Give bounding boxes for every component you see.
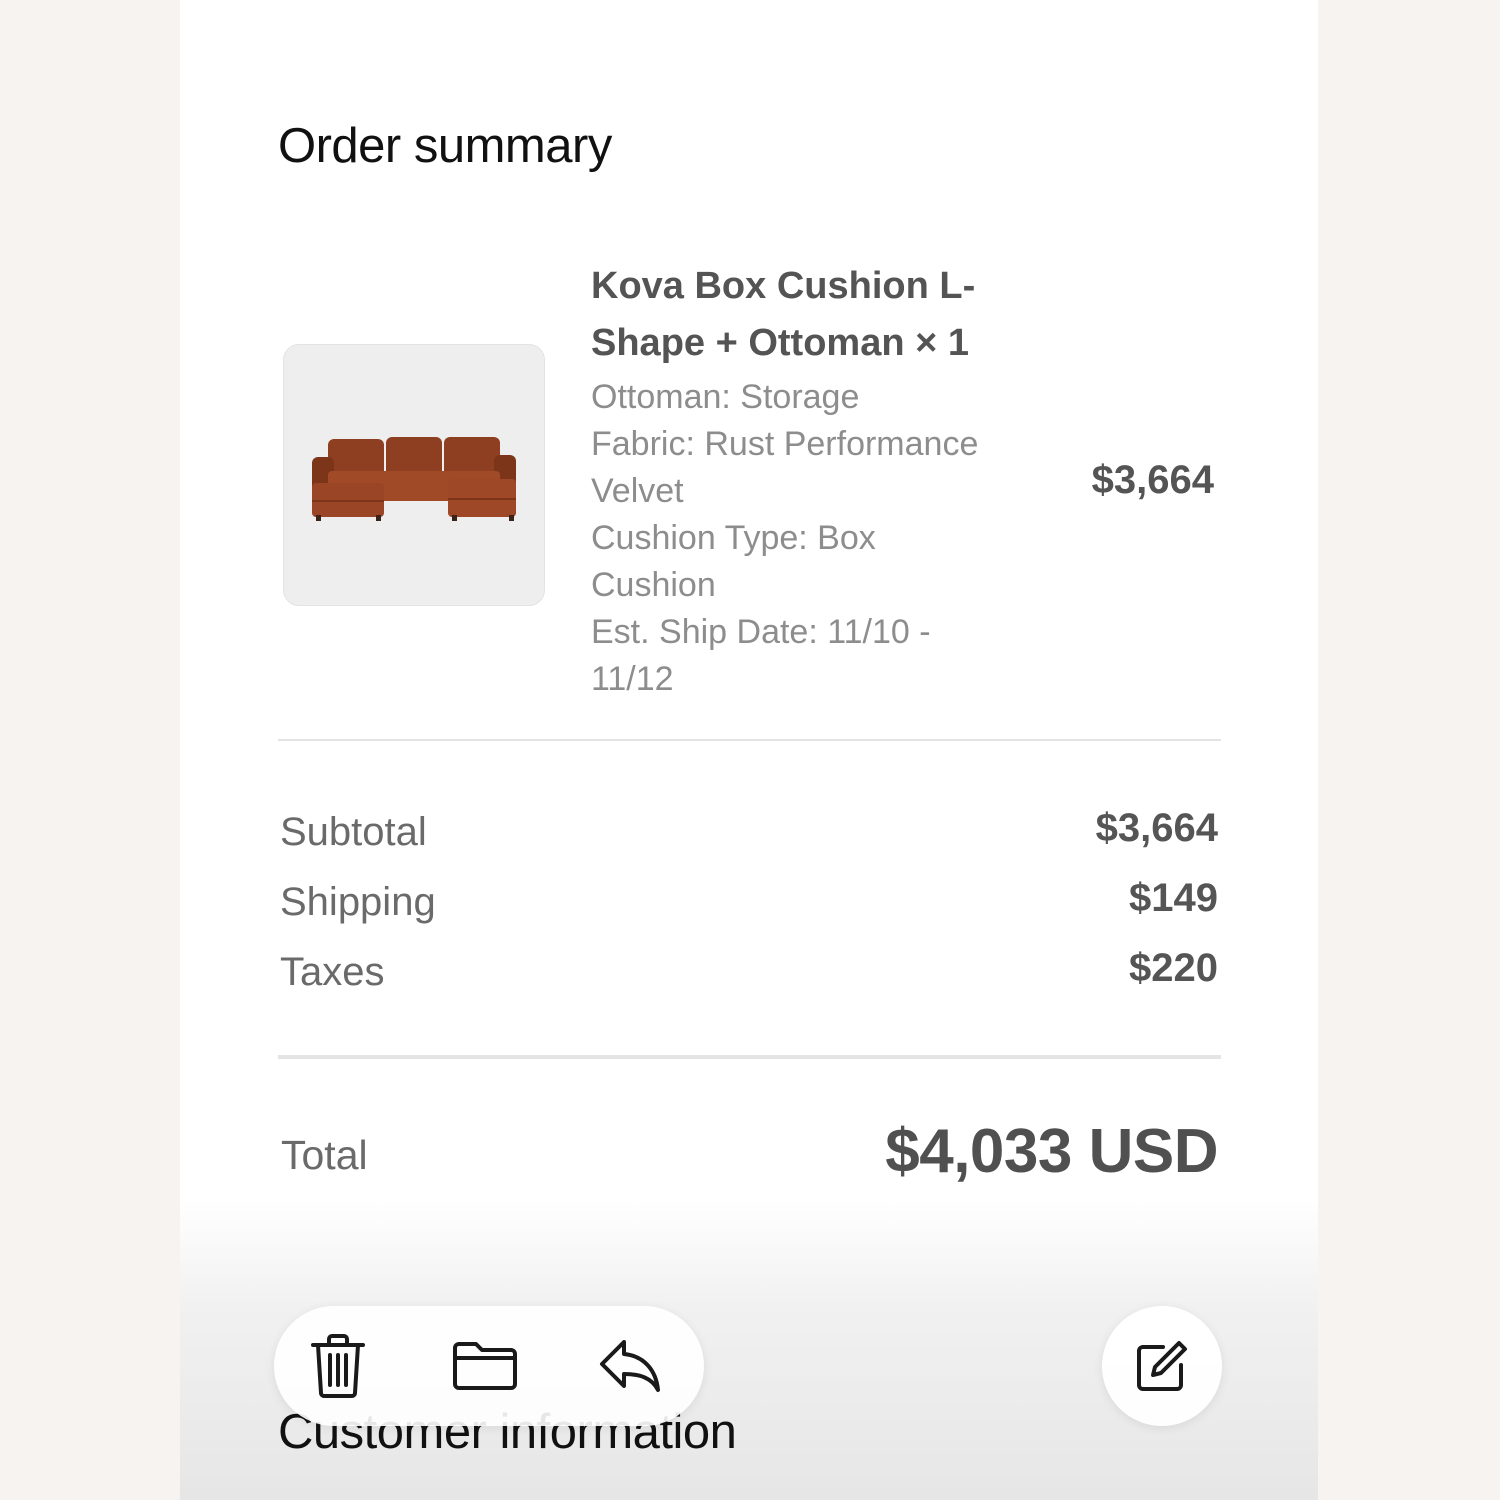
- subtotal-row: Subtotal $3,664: [280, 806, 1218, 870]
- reply-button[interactable]: [592, 1328, 668, 1404]
- item-title-line: Shape + Ottoman × 1: [591, 322, 969, 364]
- item-detail: 11/12: [591, 660, 674, 698]
- mail-message-view: Order summary Kova Box Cushion L- Shape …: [180, 0, 1318, 1500]
- item-detail: Cushion: [591, 566, 716, 604]
- delete-button[interactable]: [300, 1328, 376, 1404]
- total-value: $4,033 USD: [885, 1117, 1218, 1186]
- total-label: Total: [281, 1132, 368, 1178]
- message-toolbar: [274, 1306, 704, 1426]
- item-title-line: Kova Box Cushion L-: [591, 265, 976, 307]
- compose-icon: [1137, 1341, 1187, 1391]
- order-summary-heading: Order summary: [278, 119, 612, 173]
- item-detail: Ottoman: Storage: [591, 378, 860, 416]
- item-detail: Velvet: [591, 472, 684, 510]
- sofa-image: [312, 437, 516, 521]
- folder-icon: [453, 1342, 517, 1390]
- taxes-row: Taxes $220: [280, 946, 1218, 1010]
- taxes-value: $220: [1129, 946, 1218, 990]
- product-thumbnail: [283, 344, 545, 606]
- item-title: Kova Box Cushion L- Shape + Ottoman × 1: [591, 258, 1031, 372]
- divider: [278, 739, 1221, 741]
- order-item: Kova Box Cushion L- Shape + Ottoman × 1 …: [591, 258, 1031, 703]
- subtotal-label: Subtotal: [280, 810, 427, 854]
- item-detail: Cushion Type: Box: [591, 519, 876, 557]
- taxes-label: Taxes: [280, 950, 385, 994]
- reply-icon: [600, 1340, 660, 1392]
- item-price: $3,664: [1091, 458, 1214, 502]
- shipping-label: Shipping: [280, 880, 436, 924]
- subtotal-value: $3,664: [1095, 806, 1218, 850]
- shipping-value: $149: [1129, 876, 1218, 920]
- item-detail: Fabric: Rust Performance: [591, 425, 979, 463]
- move-to-folder-button[interactable]: [447, 1328, 523, 1404]
- item-detail: Est. Ship Date: 11/10 -: [591, 613, 931, 651]
- compose-button[interactable]: [1102, 1306, 1222, 1426]
- trash-icon: [311, 1334, 365, 1398]
- divider: [278, 1055, 1221, 1059]
- shipping-row: Shipping $149: [280, 876, 1218, 940]
